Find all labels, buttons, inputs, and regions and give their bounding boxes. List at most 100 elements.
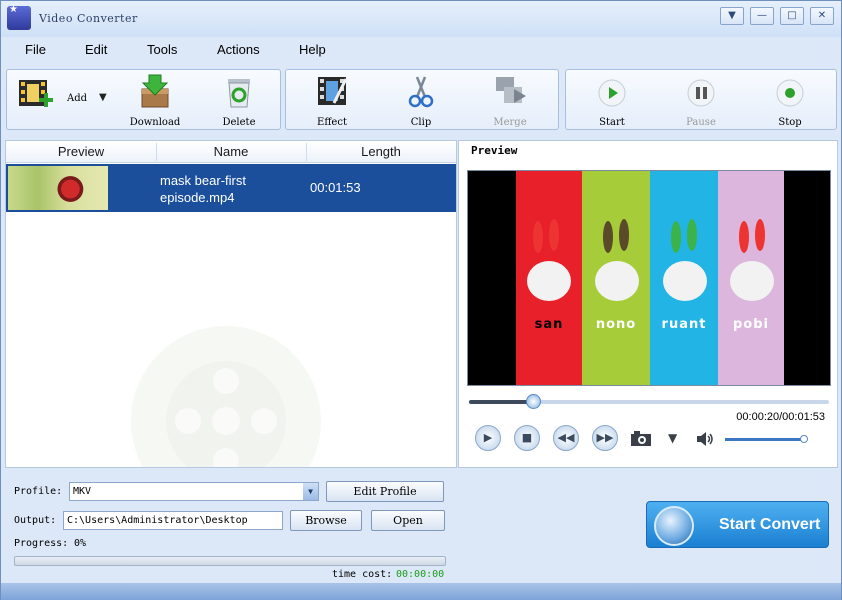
clip-button[interactable]: Clip — [391, 70, 451, 129]
chevron-down-icon[interactable]: ▼ — [99, 92, 107, 103]
conversion-settings: Profile: MKV ▼ Edit Profile Output: C:\U… — [1, 471, 841, 583]
seek-bar-played — [469, 400, 533, 404]
file-list-panel: Preview Name Length mask bear-first epis… — [5, 140, 457, 468]
recycle-bin-icon — [228, 79, 250, 108]
delete-label: Delete — [222, 117, 256, 128]
time-cost-label: time cost: — [332, 569, 393, 580]
download-label: Download — [129, 117, 181, 128]
thumbnail-image — [56, 174, 92, 204]
play-button[interactable]: ▶ — [475, 425, 501, 451]
output-label: Output: — [14, 515, 57, 526]
toolbar-convert-group: Start Pause Stop — [565, 69, 837, 130]
file-list-header: Preview Name Length — [6, 141, 456, 163]
merge-button[interactable]: Merge — [480, 70, 540, 129]
table-row[interactable]: mask bear-first episode.mp4 00:01:53 — [6, 164, 456, 212]
preview-title: Preview — [471, 144, 518, 157]
character-label: nono — [595, 317, 637, 332]
clock-icon — [654, 506, 694, 546]
scissors-icon — [408, 76, 434, 108]
character-label: san — [534, 317, 564, 332]
menu-edit[interactable]: Edit — [85, 42, 107, 57]
clip-label: Clip — [410, 117, 432, 128]
rewind-icon: ◀◀ — [557, 431, 575, 444]
time-cost-value: 00:00:00 — [396, 569, 445, 580]
progress-bar — [14, 556, 446, 566]
menu-actions[interactable]: Actions — [217, 42, 260, 57]
effect-button[interactable]: Effect — [302, 70, 362, 129]
start-convert-label: Start Convert — [719, 516, 821, 533]
stop-label: Stop — [778, 117, 802, 128]
volume-icon[interactable] — [697, 432, 715, 446]
stop-icon — [776, 79, 804, 107]
stop-icon: ■ — [521, 431, 533, 444]
download-icon — [141, 74, 169, 108]
column-preview[interactable]: Preview — [6, 144, 156, 159]
bunny-characters-image — [527, 219, 774, 301]
snapshot-options-chevron-down-icon[interactable]: ▼ — [668, 431, 677, 445]
video-thumbnail — [8, 166, 108, 210]
add-label: Add — [67, 93, 88, 104]
stop-playback-button[interactable]: ■ — [514, 425, 540, 451]
merge-label: Merge — [493, 117, 527, 128]
menu-file[interactable]: File — [25, 42, 46, 57]
toolbar-file-group: Add ▼ Download Delete — [6, 69, 281, 130]
profile-select[interactable]: MKV ▼ — [69, 482, 319, 501]
character-label: pobi — [733, 317, 769, 332]
seek-handle[interactable] — [525, 394, 541, 409]
status-bar — [1, 583, 841, 600]
start-label: Start — [599, 117, 625, 128]
menu-tools[interactable]: Tools — [147, 42, 177, 57]
column-length[interactable]: Length — [306, 144, 456, 159]
pause-button[interactable]: Pause — [671, 70, 731, 129]
window-title: Video Converter — [39, 12, 138, 25]
app-logo-icon — [7, 4, 31, 30]
minimize-button[interactable]: — — [750, 7, 774, 25]
video-frame[interactable]: san nono ruant pobi — [467, 170, 831, 386]
play-icon — [598, 79, 626, 107]
menu-bar: File Edit Tools Actions Help — [1, 37, 841, 61]
start-convert-button[interactable]: Start Convert — [646, 501, 829, 548]
edit-profile-button[interactable]: Edit Profile — [326, 481, 444, 502]
stop-button[interactable]: Stop — [760, 70, 820, 129]
profile-value: MKV — [73, 486, 92, 497]
merge-icon — [496, 77, 526, 103]
app-window: Video Converter ▼ — □ ✕ File Edit Tools … — [0, 0, 842, 600]
start-button[interactable]: Start — [582, 70, 642, 129]
menu-help[interactable]: Help — [299, 42, 326, 57]
browse-button[interactable]: Browse — [290, 510, 362, 531]
film-effect-icon — [318, 77, 348, 105]
preview-panel: Preview san nono ruant pobi 00:00:20/00:… — [458, 140, 838, 468]
title-bar: Video Converter ▼ — □ ✕ — [1, 1, 841, 37]
playback-time: 00:00:20/00:01:53 — [736, 411, 825, 423]
volume-slider[interactable] — [725, 438, 807, 441]
row-file-length: 00:01:53 — [310, 180, 361, 195]
effect-label: Effect — [317, 117, 347, 128]
rewind-button[interactable]: ◀◀ — [553, 425, 579, 451]
fast-forward-button[interactable]: ▶▶ — [592, 425, 618, 451]
volume-handle[interactable] — [799, 435, 808, 443]
progress-label: Progress: — [14, 538, 69, 549]
seek-bar[interactable] — [469, 394, 829, 409]
character-label: ruant — [661, 317, 707, 332]
camera-snapshot-icon[interactable] — [631, 431, 651, 446]
row-file-name: mask bear-first episode.mp4 — [160, 173, 246, 205]
close-button[interactable]: ✕ — [810, 7, 834, 25]
fast-forward-icon: ▶▶ — [596, 431, 614, 444]
add-button[interactable]: Add ▼ — [11, 70, 117, 129]
chevron-down-icon[interactable]: ▼ — [303, 483, 318, 500]
toolbar-edit-group: Effect Clip Merge — [285, 69, 559, 130]
download-button[interactable]: Download — [125, 70, 185, 129]
pause-icon — [687, 79, 715, 107]
progress-value: 0% — [74, 538, 87, 549]
pause-label: Pause — [686, 117, 716, 128]
maximize-button[interactable]: □ — [780, 7, 804, 25]
film-add-icon — [19, 80, 53, 107]
open-button[interactable]: Open — [371, 510, 445, 531]
delete-button[interactable]: Delete — [209, 70, 269, 129]
film-reel-watermark-icon — [131, 326, 321, 467]
profile-label: Profile: — [14, 486, 63, 497]
window-menu-button[interactable]: ▼ — [720, 7, 744, 25]
output-path-field[interactable]: C:\Users\Administrator\Desktop — [63, 511, 283, 530]
play-icon: ▶ — [483, 431, 493, 444]
column-name[interactable]: Name — [156, 144, 306, 159]
